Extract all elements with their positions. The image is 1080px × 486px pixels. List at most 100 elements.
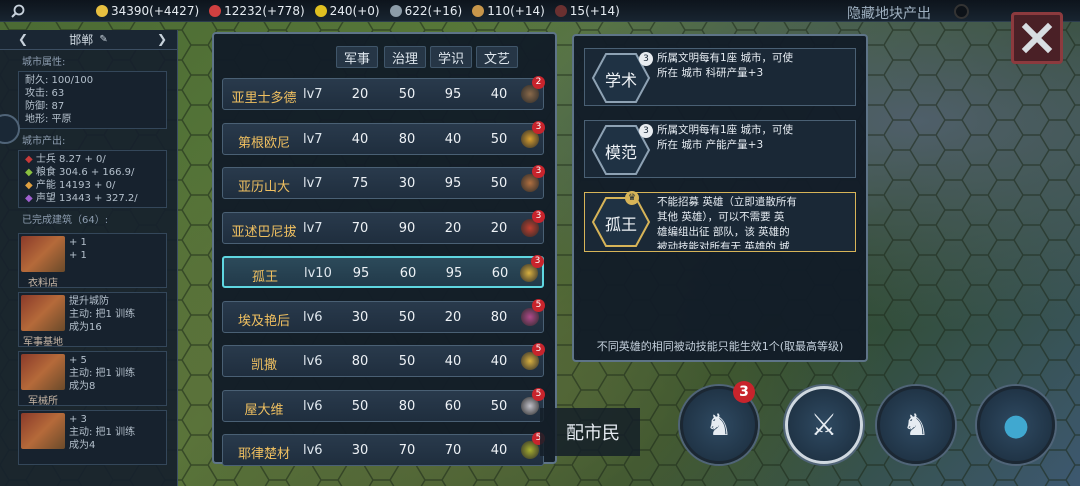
edit-icon[interactable]: ✎ <box>99 34 107 45</box>
hero-list-panel: 军事 治理 学识 文艺 亚里士多德 lv7 20 50 95 40 2 第根欧尼 lv7 40 80… <box>212 32 557 466</box>
bomb-button[interactable]: ● <box>977 386 1055 464</box>
city-output-line: ◆ 士兵 8.27 + 0/ <box>25 153 160 166</box>
building-card[interactable]: 衣料店 + 1 + 1 <box>18 233 167 288</box>
resource-value: 110(+14) <box>487 3 545 18</box>
hero-portrait-icon: 3 <box>520 255 544 282</box>
building-image <box>21 413 65 449</box>
hero-level: lv6 <box>303 398 323 414</box>
heroes-button[interactable]: ♞ 3 <box>680 381 758 464</box>
hero-row[interactable]: 亚里士多德 lv7 20 50 95 40 2 <box>222 76 545 110</box>
col-military[interactable]: 军事 <box>336 46 378 68</box>
hide-tile-output-toggle[interactable] <box>954 4 969 19</box>
hero-stat: 50 <box>490 176 508 191</box>
dark-orb-icon <box>554 4 567 17</box>
hero-count-badge: 5 <box>532 298 545 312</box>
hero-stat: 20 <box>444 220 462 236</box>
skill-name: 学术 <box>604 71 637 90</box>
hero-name: 埃及艳后 <box>237 313 290 329</box>
col-knowledge[interactable]: 学识 <box>430 46 472 68</box>
hero-name: 屋大维 <box>244 402 284 418</box>
hero-row[interactable]: 第根欧尼 lv7 40 80 40 50 3 <box>222 120 545 155</box>
hero-stat: 95 <box>352 266 370 281</box>
building-list: 衣料店 + 1 + 1 军事基地 提升城防 主动: 把1 训练 成为16 军械所 + 5 主动: … <box>0 233 177 465</box>
building-effects: + 3 主动: 把1 训练 成为4 <box>69 413 135 452</box>
resource-list: 34390(+4427) 12232(+778) 240(+0) 622(+16) 11… <box>86 4 620 18</box>
skill-description: 不能招募 英雄（立即遣散所有 其他 英雄），可以不需要 英雄编组出征 部队，该 英… <box>657 195 853 249</box>
hero-row[interactable]: 亚述巴尼拔 lv7 70 90 20 20 3 <box>222 209 545 244</box>
hero-stat: 70 <box>398 443 416 458</box>
building-card[interactable]: 军事基地 提升城防 主动: 把1 训练 成为16 <box>18 292 167 347</box>
skill-desc-line: 其他 英雄），可以不需要 英 <box>657 211 785 223</box>
city-output-line: ◆ 声望 13443 + 327.2/ <box>25 192 160 205</box>
hero-stat: 20 <box>351 87 369 102</box>
hero-count-badge: 3 <box>531 255 544 268</box>
prev-city-arrow[interactable]: ❮ <box>18 32 28 46</box>
hero-row[interactable]: 屋大维 lv6 50 80 60 50 5 <box>222 387 545 422</box>
hero-stat: 80 <box>490 309 508 325</box>
hero-row[interactable]: 亚历山大 lv7 75 30 95 50 3 <box>222 165 545 199</box>
col-governance[interactable]: 治理 <box>384 46 426 68</box>
hero-stat: 70 <box>444 443 462 458</box>
hero-level: lv7 <box>303 176 323 191</box>
hero-portrait-icon: 3 <box>521 209 545 237</box>
search-button[interactable] <box>0 0 36 22</box>
col-arts[interactable]: 文艺 <box>476 46 518 68</box>
skill-exemplar[interactable]: 模范 3 所属文明每有1座 城市，可使 所在 城市 产能产量+3 <box>584 120 856 178</box>
hero-portrait-icon: 5 <box>521 298 545 326</box>
built-title: 已完成建筑（64）: <box>22 215 109 226</box>
skill-level: 3 <box>639 124 653 138</box>
hero-count-badge: 5 <box>532 343 545 356</box>
hero-name: 孤王 <box>251 270 278 285</box>
skill-desc-line: 所在 城市 产能产量+3 <box>657 139 764 151</box>
hero-stat: 95 <box>444 176 462 191</box>
city-output-box: ◆ 士兵 8.27 + 0/◆ 粮食 304.6 + 166.9/◆ 产能 14… <box>18 150 167 208</box>
hero-level: lv10 <box>304 266 332 281</box>
hero-stat: 50 <box>398 354 416 369</box>
hero-stat: 40 <box>444 131 462 147</box>
hide-tile-output-label[interactable]: 隐藏地块产出 <box>847 3 931 23</box>
building-effects: 提升城防 主动: 把1 训练 成为16 <box>69 295 135 334</box>
city-name: 邯郸 <box>69 33 94 47</box>
hero-stat: 60 <box>444 398 462 414</box>
resource-item[interactable]: 110(+14) <box>472 4 545 18</box>
building-card[interactable]: + 3 主动: 把1 训练 成为4 <box>18 410 167 465</box>
building-effect-line: 成为16 <box>69 322 102 333</box>
resource-item[interactable]: 15(+14) <box>554 4 620 18</box>
resource-item[interactable]: 12232(+778) <box>209 4 305 18</box>
city-output-line: ◆ 产能 14193 + 0/ <box>25 179 160 192</box>
skill-desc-line: 所属文明每有1座 城市，可使 <box>657 52 794 64</box>
sword-shield-button[interactable]: ⚔ <box>785 386 863 464</box>
city-attr-line: 耐久: 100/100 <box>25 75 94 86</box>
city-attr-line: 地形: 平原 <box>25 114 72 125</box>
hero-stat: 70 <box>351 220 369 236</box>
skill-scholarship[interactable]: 学术 3 所属文明每有1座 城市，可使 所在 城市 科研产量+3 <box>584 48 856 106</box>
hero-row[interactable]: 孤王 lv10 95 60 95 60 3 <box>222 255 544 288</box>
resource-item[interactable]: 240(+0) <box>314 4 380 18</box>
city-attr-title: 城市属性: <box>22 57 66 68</box>
close-button[interactable] <box>1011 12 1063 64</box>
city-attr-line: 防御: 87 <box>25 101 65 112</box>
next-city-arrow[interactable]: ❯ <box>157 32 167 46</box>
building-card[interactable]: 军械所 + 5 主动: 把1 训练 成为8 <box>18 351 167 406</box>
skill-desc-line: 被动技能对所有无 英雄的 城 <box>657 241 790 249</box>
building-label: 军械所 <box>28 396 58 406</box>
skill-lone-king[interactable]: 孤王 ♛ 不能招募 英雄（立即遣散所有 其他 英雄），可以不需要 英雄编组出征 部队，… <box>584 191 856 252</box>
resource-value: 622(+16) <box>404 3 463 18</box>
city-output-value: 士兵 8.27 + 0/ <box>35 154 106 165</box>
hero-row[interactable]: 耶律楚材 lv6 30 70 70 40 5 <box>222 432 545 466</box>
resource-item[interactable]: 622(+16) <box>389 3 463 18</box>
city-output-value: 产能 14193 + 0/ <box>35 180 116 191</box>
search-icon <box>11 4 25 18</box>
skill-description: 所属文明每有1座 城市，可使 所在 城市 产能产量+3 <box>657 123 853 155</box>
hero-row[interactable]: 埃及艳后 lv6 30 50 20 80 5 <box>222 298 545 333</box>
building-effect-line: 主动: 把1 训练 <box>69 309 136 320</box>
star-icon: ◆ <box>25 193 36 204</box>
hero-stat: 75 <box>351 176 369 191</box>
resource-item[interactable]: 34390(+4427) <box>96 4 199 18</box>
helmet-button[interactable]: ♞ <box>877 386 955 464</box>
hero-stat: 30 <box>351 443 369 458</box>
hero-stat: 80 <box>398 131 416 147</box>
radiation-icon <box>314 4 327 17</box>
hero-row[interactable]: 凯撒 lv6 80 50 40 40 5 <box>222 343 545 377</box>
assign-citizens-button[interactable]: 配市民 <box>540 408 640 456</box>
